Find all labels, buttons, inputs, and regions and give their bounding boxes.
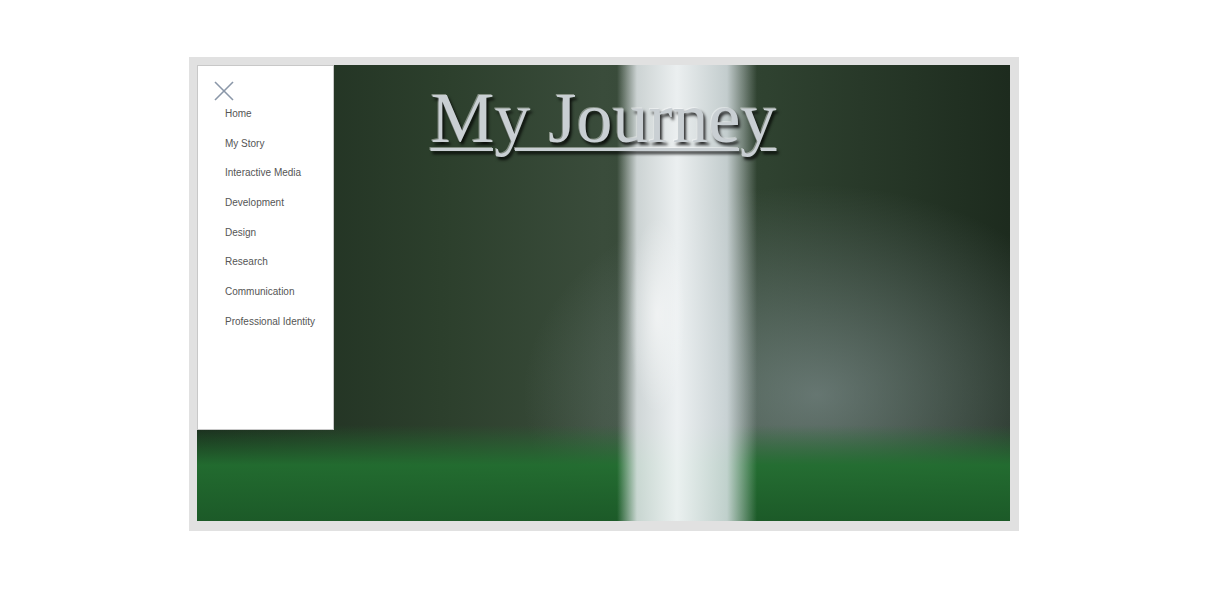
menu-item[interactable]: Design: [225, 226, 333, 256]
menu-item[interactable]: Interactive Media: [225, 166, 333, 196]
page-frame: My JourneyHomeMy StoryInteractive MediaD…: [189, 57, 1019, 531]
menu-item[interactable]: Professional Identity: [225, 315, 333, 345]
menu-list: HomeMy StoryInteractive MediaDevelopment…: [214, 107, 333, 345]
hero-photo: My JourneyHomeMy StoryInteractive MediaD…: [197, 65, 1010, 521]
sidebar-menu: HomeMy StoryInteractive MediaDevelopment…: [197, 65, 334, 430]
menu-item[interactable]: My Story: [225, 137, 333, 167]
menu-item[interactable]: Development: [225, 196, 333, 226]
page-title: My Journey: [425, 79, 783, 158]
menu-item[interactable]: Communication: [225, 285, 333, 315]
close-icon[interactable]: [214, 81, 234, 101]
menu-item[interactable]: Home: [225, 107, 333, 137]
menu-item[interactable]: Research: [225, 255, 333, 285]
